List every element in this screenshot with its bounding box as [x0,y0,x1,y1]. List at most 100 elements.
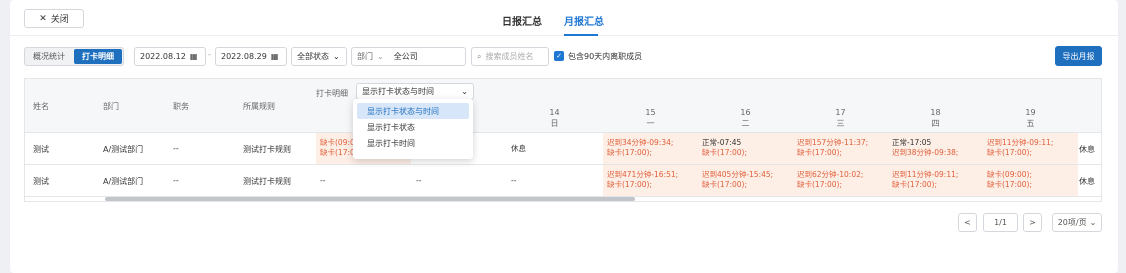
next-page-button[interactable]: > [1023,213,1042,232]
attendance-cell[interactable]: 休息 [507,133,602,164]
department-label: 部门 [357,52,373,61]
day-header: 18 四 [888,107,983,129]
active-tab-indicator [564,34,598,36]
detail-mode-value: 显示打卡状态与时间 [362,87,434,96]
attendance-cell[interactable]: 迟到11分钟-09:11; 缺卡(17:00); [888,165,983,196]
status-value: 全部状态 [297,52,329,61]
chevron-down-icon: ⌄ [333,52,340,61]
horizontal-scrollbar[interactable] [105,197,635,201]
calendar-icon: ▦ [189,52,198,61]
attendance-line-1: -- [511,176,517,185]
attendance-line-2: 缺卡(17:00); [702,148,747,157]
day-header: 17 三 [793,107,888,129]
attendance-cell[interactable]: 迟到11分钟-09:11; 缺卡(17:00); [983,133,1078,164]
cell-name: 测试 [33,177,49,186]
attendance-line-1: 迟到62分钟-10:02; [797,170,864,179]
attendance-table: 姓名 部门 职务 所属规则 打卡明细 显示打卡状态与时间 ⌄ 12五13六14日… [24,78,1102,202]
attendance-line-2: 缺卡(17:00); [987,180,1032,189]
attendance-line-2: 迟到38分钟-09:38; [892,148,959,157]
attendance-line-2: 缺卡(17:00); [797,180,842,189]
dropdown-option-time[interactable]: 显示打卡时间 [357,135,469,151]
table-row[interactable]: 测试 A/测试部门 -- 测试打卡规则 -- -- -- 迟到471分钟-16:51; 缺卡(1… [25,165,1101,197]
close-icon: ✕ [39,13,47,24]
day-number: 19 [1025,108,1036,117]
day-header: 15 一 [603,107,698,129]
attendance-cell[interactable]: 迟到405分钟-15:45; 缺卡(17:00); [698,165,793,196]
col-detail: 打卡明细 [316,89,348,98]
attendance-line-1: 迟到405分钟-15:45; [702,170,774,179]
date-from-value: 2022.08.12 [140,52,186,61]
dropdown-option-status-and-time[interactable]: 显示打卡状态与时间 [357,103,469,119]
day-weekday: 三 [836,119,845,128]
attendance-line-1: 迟到11分钟-09:11; [987,138,1054,147]
attendance-line-2: 缺卡(17:00); [797,148,842,157]
department-select[interactable]: 部门 ⌄ 全公司 [351,47,466,66]
view-segment: 概况统计 打卡明细 [24,47,124,66]
cell-position: -- [173,144,179,153]
attendance-line-2: 缺卡(17:00); [892,180,937,189]
dropdown-option-status[interactable]: 显示打卡状态 [357,119,469,135]
day-weekday: 日 [550,119,559,128]
attendance-line-1: 休息 [511,144,526,153]
day-weekday: 一 [646,119,655,128]
day-number: 18 [930,108,941,117]
chevron-down-icon: ⌄ [461,87,468,96]
attendance-cell[interactable]: 迟到157分钟-11:37; 缺卡(17:00); [793,133,888,164]
attendance-cell[interactable]: -- [507,165,602,196]
cell-position: -- [173,176,179,185]
attendance-line-1: 迟到157分钟-11:37; [797,138,869,147]
day-number: 16 [740,108,751,117]
date-to-input[interactable]: 2022.08.29 ▦ [215,47,287,66]
col-name: 姓名 [33,102,49,111]
page-indicator: 1/1 [983,213,1018,232]
date-from-input[interactable]: 2022.08.12 ▦ [134,47,206,66]
status-select[interactable]: 全部状态 ⌄ [291,47,347,66]
col-position: 职务 [173,102,189,111]
table-header: 姓名 部门 职务 所属规则 打卡明细 显示打卡状态与时间 ⌄ 12五13六14日… [25,79,1101,133]
cell-last-day: 休息 [1079,145,1095,154]
attendance-cell[interactable]: -- [412,165,507,196]
attendance-line-2: 缺卡(17:00); [702,180,747,189]
close-button[interactable]: ✕ 关闭 [24,9,84,28]
cell-rule: 测试打卡规则 [243,177,291,186]
attendance-cell[interactable]: 正常-17:05 迟到38分钟-09:38; [888,133,983,164]
cell-last-day: 休息 [1079,177,1095,186]
detail-mode-dropdown: 显示打卡状态与时间 显示打卡状态 显示打卡时间 [353,99,473,159]
search-placeholder: 搜索成员姓名 [485,52,534,61]
page-size-select[interactable]: 20项/页 ⌄ [1052,213,1102,232]
export-monthly-report-button[interactable]: 导出月报 [1055,46,1102,66]
attendance-line-1: 迟到471分钟-16:51; [607,170,679,179]
attendance-line-1: -- [416,176,422,185]
day-number: 17 [835,108,846,117]
col-department: 部门 [103,102,119,111]
day-weekday: 二 [741,119,750,128]
tab-monthly-summary[interactable]: 月报汇总 [564,13,604,28]
member-search-input[interactable]: ⌕ 搜索成员姓名 [471,47,549,66]
attendance-cell[interactable]: 迟到471分钟-16:51; 缺卡(17:00); [603,165,698,196]
attendance-cell[interactable]: 迟到34分钟-09:34; 缺卡(17:00); [603,133,698,164]
attendance-cell[interactable]: 正常-07:45 缺卡(17:00); [698,133,793,164]
prev-page-button[interactable]: < [958,213,977,232]
attendance-cell[interactable]: 缺卡(09:00); 缺卡(17:00); [983,165,1078,196]
attendance-line-1: 正常-17:05 [892,138,932,147]
calendar-icon: ▦ [270,52,279,61]
segment-overview[interactable]: 概况统计 [25,48,73,65]
day-number: 14 [549,108,560,117]
attendance-cell[interactable]: -- [316,165,411,196]
department-value: 全公司 [393,52,418,61]
date-to-value: 2022.08.29 [221,52,267,61]
detail-mode-select[interactable]: 显示打卡状态与时间 ⌄ [356,83,474,100]
attendance-line-1: 迟到34分钟-09:34; [607,138,674,147]
tab-daily-summary[interactable]: 日报汇总 [502,13,542,28]
attendance-line-2: 缺卡(17:00); [607,148,652,157]
segment-detail[interactable]: 打卡明细 [74,49,122,64]
day-header: 16 二 [698,107,793,129]
search-icon: ⌕ [477,51,482,61]
include-resigned-checkbox[interactable]: ✓ [554,51,564,61]
attendance-line-2: 缺卡(17:00); [987,148,1032,157]
table-row[interactable]: 测试 A/测试部门 -- 测试打卡规则 缺卡(09:00) 缺卡(17:00) 休息 迟到34… [25,133,1101,165]
cell-dept: A/测试部门 [103,177,144,186]
attendance-line-1: 正常-07:45 [702,138,742,147]
attendance-cell[interactable]: 迟到62分钟-10:02; 缺卡(17:00); [793,165,888,196]
day-header: 14 日 [507,107,602,129]
